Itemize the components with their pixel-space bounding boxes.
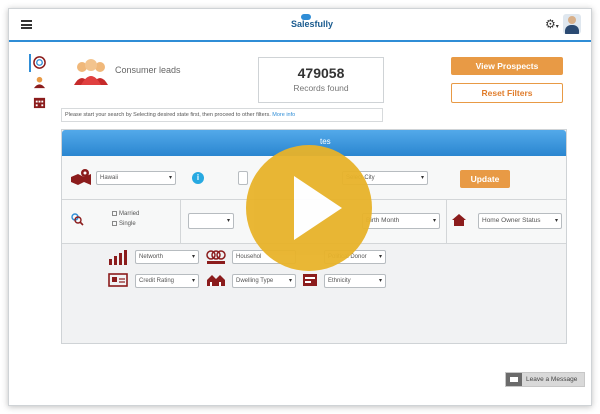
married-checkbox[interactable]: Married	[112, 211, 139, 217]
county-select[interactable]	[238, 171, 248, 185]
ethnicity-placeholder: Ethnicity	[328, 278, 351, 284]
state-select[interactable]: Hawaii ▾	[96, 171, 176, 185]
target-icon[interactable]	[33, 56, 46, 69]
records-count: 479058	[297, 65, 345, 81]
dwelling-type-select[interactable]: Dwelling Type ▾	[232, 274, 296, 288]
networth-select[interactable]: Networth ▾	[135, 250, 199, 264]
app-logo[interactable]: Salesfully	[291, 19, 333, 29]
chevron-down-icon: ▾	[554, 218, 558, 224]
home-icon	[452, 214, 466, 226]
avatar-head	[568, 16, 576, 24]
chevron-down-icon: ▾	[378, 278, 382, 284]
dwelling-type-placeholder: Dwelling Type	[236, 278, 274, 284]
credit-card-icon	[108, 273, 128, 287]
records-found-box: 479058 Records found	[258, 57, 384, 103]
ethnicity-select[interactable]: Ethnicity ▾	[324, 274, 386, 288]
single-checkbox[interactable]: Single	[112, 221, 136, 227]
chevron-down-icon: ▾	[191, 254, 195, 260]
consumer-leads-icon	[74, 59, 108, 85]
leave-message-label: Leave a Message	[526, 376, 578, 383]
household-icon	[206, 250, 226, 264]
state-select-value: Hawaii	[100, 175, 119, 181]
video-play-button[interactable]	[246, 145, 372, 271]
ethnicity-icon	[303, 274, 317, 286]
update-button[interactable]: Update	[460, 170, 510, 188]
married-label: Married	[119, 211, 140, 218]
home-owner-select[interactable]: Home Owner Status ▾	[478, 213, 562, 229]
avatar-body	[565, 25, 579, 34]
networth-chart-icon	[109, 250, 127, 265]
dwelling-icon	[207, 275, 225, 286]
chevron-down-icon: ▾	[168, 175, 172, 181]
household-placeholder: Househol	[236, 254, 262, 260]
consumer-icon[interactable]	[33, 76, 46, 89]
divider	[446, 200, 447, 243]
sidebar-active-indicator	[29, 54, 31, 72]
leave-message-button[interactable]: Leave a Message	[505, 372, 585, 387]
divider	[180, 200, 181, 243]
top-bar: Salesfully ⚙▾	[9, 9, 591, 42]
reset-filters-button[interactable]: Reset Filters	[451, 83, 563, 103]
credit-rating-select[interactable]: Credit Rating ▾	[135, 274, 199, 288]
home-owner-placeholder: Home Owner Status	[482, 217, 541, 224]
envelope-icon	[506, 373, 522, 386]
chevron-down-icon: ▾	[378, 254, 382, 260]
age-select[interactable]: ▾	[188, 213, 234, 229]
consumer-leads-label: Consumer leads	[115, 65, 181, 75]
marital-search-icon	[71, 213, 84, 226]
hamburger-icon[interactable]	[21, 20, 32, 29]
business-icon[interactable]	[33, 96, 46, 109]
chevron-down-icon: ▾	[191, 278, 195, 284]
records-found-label: Records found	[293, 83, 349, 93]
birth-month-select[interactable]: Birth Month ▾	[362, 213, 440, 229]
gear-icon[interactable]: ⚙▾	[545, 17, 559, 31]
map-pin-icon	[71, 169, 91, 185]
chevron-down-icon: ▾	[288, 278, 292, 284]
info-icon[interactable]: i	[192, 172, 204, 184]
chevron-down-icon: ▾	[432, 218, 436, 224]
view-prospects-button[interactable]: View Prospects	[451, 57, 563, 75]
chevron-down-icon: ▾	[226, 218, 230, 224]
sidebar	[9, 44, 53, 364]
credit-rating-placeholder: Credit Rating	[139, 278, 175, 284]
chevron-down-icon: ▾	[555, 24, 559, 30]
search-hint: Please start your search by Selecting de…	[61, 108, 383, 122]
play-icon	[294, 176, 342, 240]
search-hint-text: Please start your search by Selecting de…	[65, 112, 271, 118]
app-window: Salesfully ⚙▾ Consumer leads 479058 Reco…	[8, 8, 592, 406]
avatar[interactable]	[563, 14, 581, 34]
single-label: Single	[119, 221, 136, 228]
chevron-down-icon: ▾	[420, 175, 424, 181]
more-info-link[interactable]: More info	[272, 112, 295, 118]
networth-placeholder: Networth	[139, 254, 164, 260]
